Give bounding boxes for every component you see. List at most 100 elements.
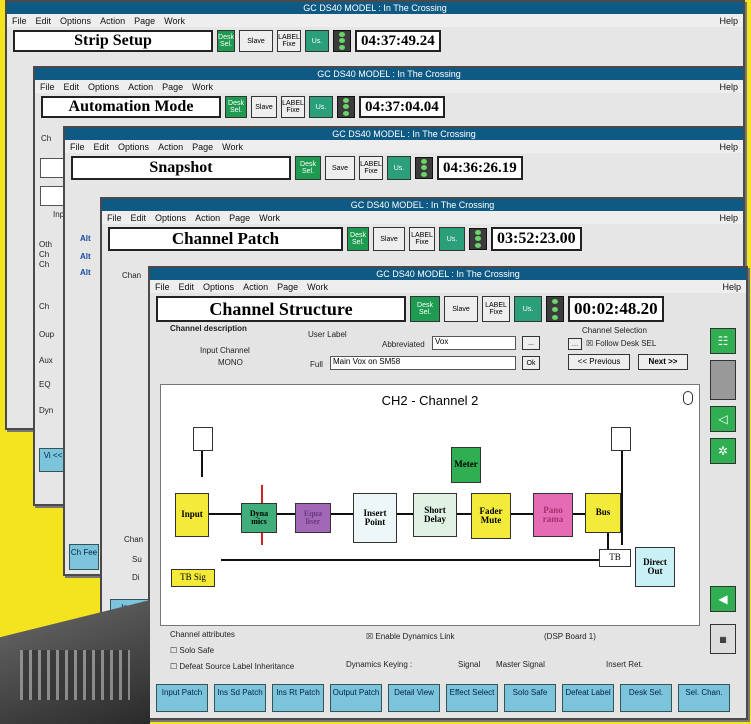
menu-page[interactable]: Page — [162, 82, 183, 92]
desk-sel-button[interactable]: Desk Sel. — [295, 156, 321, 180]
menu-action[interactable]: Action — [243, 282, 268, 292]
traffic-light-icon[interactable] — [337, 96, 355, 118]
menu-page[interactable]: Page — [277, 282, 298, 292]
menu-work[interactable]: Work — [222, 142, 243, 152]
dots-button[interactable]: ... — [522, 336, 540, 350]
menu-page[interactable]: Page — [192, 142, 213, 152]
menu-edit[interactable]: Edit — [36, 16, 52, 26]
back-arrow-icon[interactable]: ◀ — [710, 586, 736, 612]
menu-file[interactable]: File — [107, 213, 122, 223]
block-bus[interactable]: Bus — [585, 493, 621, 533]
signal-radio[interactable]: Signal — [458, 660, 480, 669]
us-button[interactable]: Us. — [305, 30, 329, 52]
us-button[interactable]: Us. — [387, 156, 411, 180]
us-button[interactable]: Us. — [439, 227, 465, 251]
blank-icon[interactable] — [710, 360, 736, 400]
abbreviated-input[interactable]: Vox — [432, 336, 516, 350]
menu-help[interactable]: Help — [719, 82, 738, 92]
menu-edit[interactable]: Edit — [179, 282, 195, 292]
block-tb[interactable]: TB — [599, 549, 631, 567]
block-insert-point[interactable]: Insert Point — [353, 493, 397, 543]
insert-ret-radio[interactable]: Insert Ret. — [606, 660, 643, 669]
defeat-label-button[interactable]: Defeat Label — [562, 684, 614, 712]
block-input[interactable]: Input — [175, 493, 209, 537]
enable-dynamics-checkbox[interactable]: ☒ Enable Dynamics Link — [366, 632, 455, 641]
block-direct-out[interactable]: Direct Out — [635, 547, 675, 587]
block-meter[interactable]: Meter — [451, 447, 481, 483]
tree-icon[interactable]: ☷ — [710, 328, 736, 354]
traffic-light-icon[interactable] — [546, 296, 564, 322]
label-fixe-button[interactable]: LABEL Fixe — [281, 96, 305, 118]
block-dynamics[interactable]: Dyna mics — [241, 503, 277, 533]
menu-file[interactable]: File — [12, 16, 27, 26]
effect-select-button[interactable]: Effect Select — [446, 684, 498, 712]
detail-view-button[interactable]: Detail View — [388, 684, 440, 712]
label-fixe-button[interactable]: LABEL Fixe — [482, 296, 510, 322]
save-button[interactable]: Save — [325, 156, 355, 180]
menu-page[interactable]: Page — [229, 213, 250, 223]
menu-work[interactable]: Work — [307, 282, 328, 292]
menu-file[interactable]: File — [40, 82, 55, 92]
menu-options[interactable]: Options — [88, 82, 119, 92]
block-equaliser[interactable]: Equa liser — [295, 503, 331, 533]
block-tb-sig[interactable]: TB Sig — [171, 569, 215, 587]
solo-safe-button[interactable]: Solo Safe — [504, 684, 556, 712]
us-button[interactable]: Us. — [514, 296, 542, 322]
menu-action[interactable]: Action — [195, 213, 220, 223]
menu-file[interactable]: File — [155, 282, 170, 292]
menu-help[interactable]: Help — [722, 282, 741, 292]
slave-button[interactable]: Slave — [444, 296, 478, 322]
menu-action[interactable]: Action — [128, 82, 153, 92]
master-signal-radio[interactable]: Master Signal — [496, 660, 545, 669]
menu-edit[interactable]: Edit — [64, 82, 80, 92]
output-patch-button[interactable]: Output Patch — [330, 684, 382, 712]
full-input[interactable]: Main Vox on SM58 — [330, 356, 516, 370]
menu-options[interactable]: Options — [203, 282, 234, 292]
desk-sel-button[interactable]: Desk Sel. — [410, 296, 440, 322]
ok-button[interactable]: Ok — [522, 356, 540, 370]
menu-page[interactable]: Page — [134, 16, 155, 26]
input-patch-button[interactable]: Input Patch — [156, 684, 208, 712]
menu-edit[interactable]: Edit — [94, 142, 110, 152]
label-fixe-button[interactable]: LABEL Fixe — [359, 156, 383, 180]
slave-button[interactable]: Slave — [239, 30, 273, 52]
next-button[interactable]: Next >> — [638, 354, 688, 370]
channel-select-dots-button[interactable]: … — [568, 338, 582, 350]
us-button[interactable]: Us. — [309, 96, 333, 118]
slave-button[interactable]: Slave — [373, 227, 405, 251]
menu-help[interactable]: Help — [719, 142, 738, 152]
slave-button[interactable]: Slave — [251, 96, 277, 118]
solo-safe-checkbox[interactable]: ☐ Solo Safe — [170, 646, 214, 655]
desk-sel-button[interactable]: Desk Sel. — [217, 30, 235, 52]
traffic-light-icon[interactable] — [415, 157, 433, 179]
menu-help[interactable]: Help — [719, 16, 738, 26]
desk-sel-bottom-button[interactable]: Desk Sel. — [620, 684, 672, 712]
previous-button[interactable]: << Previous — [568, 354, 630, 370]
block-panorama[interactable]: Pano rama — [533, 493, 573, 537]
menu-edit[interactable]: Edit — [131, 213, 147, 223]
label-fixe-button[interactable]: LABEL Fixe — [277, 30, 301, 52]
menu-file[interactable]: File — [70, 142, 85, 152]
traffic-light-icon[interactable] — [469, 228, 487, 250]
desk-sel-button[interactable]: Desk Sel. — [347, 227, 369, 251]
traffic-light-icon[interactable] — [333, 30, 351, 52]
menu-options[interactable]: Options — [155, 213, 186, 223]
menu-work[interactable]: Work — [259, 213, 280, 223]
follow-desk-sel-checkbox[interactable]: ☒ Follow Desk SEL — [586, 339, 656, 348]
menu-work[interactable]: Work — [164, 16, 185, 26]
defeat-label-checkbox[interactable]: ☐ Defeat Source Label Inheritance — [170, 662, 294, 671]
menu-options[interactable]: Options — [118, 142, 149, 152]
menu-help[interactable]: Help — [719, 213, 738, 223]
label-fixe-button[interactable]: LABEL Fixe — [409, 227, 435, 251]
feed-button[interactable]: Ch Fee — [69, 544, 99, 570]
keypad-icon[interactable]: ▦ — [710, 624, 736, 654]
ins-sd-patch-button[interactable]: Ins Sd Patch — [214, 684, 266, 712]
block-short-delay[interactable]: Short Delay — [413, 493, 457, 537]
star-icon[interactable]: ✲ — [710, 438, 736, 464]
speaker-icon[interactable]: ◁ — [710, 406, 736, 432]
menu-action[interactable]: Action — [100, 16, 125, 26]
ins-rt-patch-button[interactable]: Ins Rt Patch — [272, 684, 324, 712]
desk-sel-button[interactable]: Desk Sel. — [225, 96, 247, 118]
menu-options[interactable]: Options — [60, 16, 91, 26]
sel-chan-button[interactable]: Sel. Chan. — [678, 684, 730, 712]
